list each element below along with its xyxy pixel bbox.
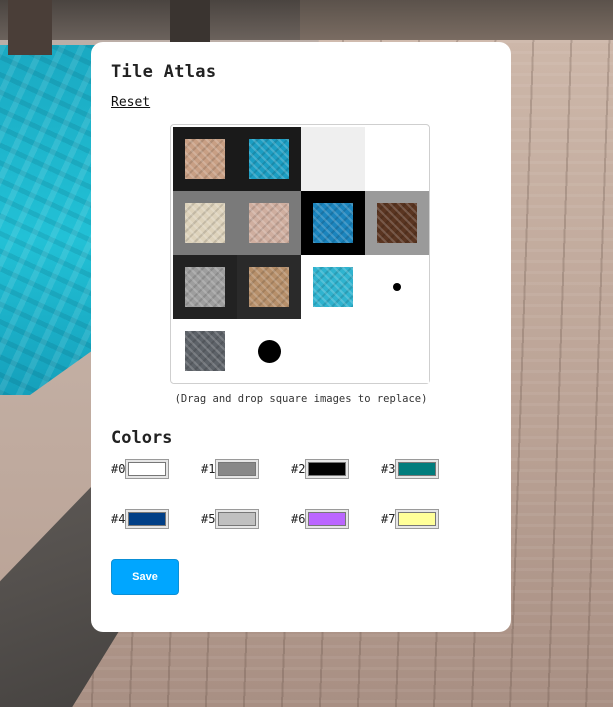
tile-texture — [185, 331, 225, 371]
color-item-2: #2 — [291, 459, 381, 479]
wooden-pillar — [8, 0, 52, 55]
atlas-tile-wood-floor[interactable] — [173, 127, 237, 191]
atlas-tile-deep-water[interactable] — [301, 191, 365, 255]
tile-texture — [249, 139, 289, 179]
roof-ledge — [300, 0, 613, 40]
color-swatch-5[interactable] — [215, 509, 260, 529]
atlas-tile-shallow-water[interactable] — [301, 255, 365, 319]
save-button[interactable]: Save — [111, 559, 179, 595]
wooden-pillar — [170, 0, 210, 42]
color-swatch-3[interactable] — [395, 459, 440, 479]
color-label: #7 — [381, 512, 396, 526]
tile-texture — [313, 203, 353, 243]
color-item-4: #4 — [111, 509, 201, 529]
color-label: #3 — [381, 462, 396, 476]
color-item-6: #6 — [291, 509, 381, 529]
colors-heading: Colors — [111, 428, 173, 448]
tile-atlas-dropzone[interactable] — [170, 124, 430, 384]
color-swatch-4[interactable] — [125, 509, 170, 529]
tile-texture — [377, 203, 417, 243]
color-label: #6 — [291, 512, 306, 526]
atlas-tile-empty[interactable] — [301, 319, 365, 383]
atlas-tile-pink-wood[interactable] — [237, 191, 301, 255]
tile-dot — [393, 283, 401, 291]
panel-title: Tile Atlas — [111, 62, 217, 82]
atlas-tile-small-dot[interactable] — [365, 255, 429, 319]
color-item-1: #1 — [201, 459, 291, 479]
atlas-tile-empty[interactable] — [365, 127, 429, 191]
atlas-tile-dark-wood[interactable] — [365, 191, 429, 255]
atlas-tile-striped-metal[interactable] — [173, 319, 237, 383]
tile-atlas-grid — [173, 127, 429, 383]
atlas-tile-grey-planks[interactable] — [173, 255, 237, 319]
reset-link[interactable]: Reset — [111, 95, 150, 110]
color-item-7: #7 — [381, 509, 471, 529]
tile-atlas-panel: Tile Atlas Reset (Drag and drop square i… — [91, 42, 511, 632]
tile-texture — [313, 267, 353, 307]
tile-texture — [185, 203, 225, 243]
color-row-2: #4 #5 #6 #7 — [111, 509, 471, 529]
color-item-3: #3 — [381, 459, 471, 479]
color-label: #5 — [201, 512, 216, 526]
atlas-tile-empty[interactable] — [365, 319, 429, 383]
tile-texture — [249, 267, 289, 307]
tile-texture — [249, 203, 289, 243]
color-swatch-1[interactable] — [215, 459, 260, 479]
color-swatch-6[interactable] — [305, 509, 350, 529]
tile-texture — [185, 267, 225, 307]
color-label: #1 — [201, 462, 216, 476]
atlas-tile-empty[interactable] — [301, 127, 365, 191]
atlas-tile-water[interactable] — [237, 127, 301, 191]
color-swatch-7[interactable] — [395, 509, 440, 529]
color-label: #0 — [111, 462, 126, 476]
atlas-tile-birch-wood[interactable] — [173, 191, 237, 255]
color-label: #4 — [111, 512, 126, 526]
color-row-1: #0 #1 #2 #3 — [111, 459, 471, 479]
atlas-tile-large-dot[interactable] — [237, 319, 301, 383]
color-swatch-0[interactable] — [125, 459, 170, 479]
color-item-5: #5 — [201, 509, 291, 529]
drag-drop-hint: (Drag and drop square images to replace) — [174, 393, 428, 405]
tile-dot — [257, 339, 281, 363]
color-swatch-2[interactable] — [305, 459, 350, 479]
color-label: #2 — [291, 462, 306, 476]
tile-texture — [185, 139, 225, 179]
color-item-0: #0 — [111, 459, 201, 479]
atlas-tile-light-wood[interactable] — [237, 255, 301, 319]
